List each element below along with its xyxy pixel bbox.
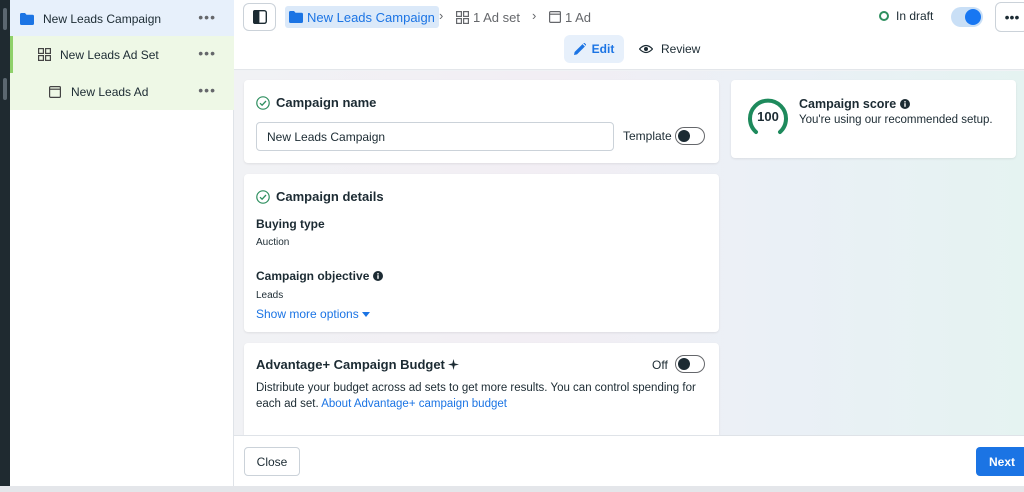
campaign-details-card: Campaign details Buying type Auction Cam… (244, 174, 719, 332)
campaign-name-input[interactable] (256, 122, 614, 151)
edge-handle (3, 78, 7, 100)
sparkle-icon (447, 359, 459, 370)
more-options-button[interactable]: ••• (198, 83, 216, 97)
edge-handle (3, 8, 7, 30)
sidebar-panel-icon (252, 10, 267, 24)
more-options-button[interactable]: ••• (198, 10, 216, 24)
breadcrumb-adset[interactable]: 1 Ad set (456, 6, 520, 28)
ad-icon (549, 11, 561, 23)
budget-title: Advantage+ Campaign Budget (256, 357, 445, 372)
objective-label-text: Campaign objective (256, 269, 370, 283)
eye-icon (639, 44, 653, 54)
more-icon: ••• (1004, 9, 1020, 25)
campaign-details-title: Campaign details (276, 189, 384, 204)
buying-type-label: Buying type (256, 217, 325, 231)
score-value: 100 (757, 108, 779, 124)
campaign-objective-label: Campaign objective (256, 269, 384, 283)
pencil-icon (573, 43, 586, 55)
breadcrumb-label: 1 Ad set (473, 9, 520, 25)
main-content: Campaign name Template Campaign details … (234, 71, 1024, 435)
toggle-knob (965, 9, 981, 25)
footer-bar: Close Next (234, 435, 1024, 486)
section-title: Campaign name (256, 95, 376, 110)
breadcrumb-campaign[interactable]: New Leads Campaign (285, 6, 439, 28)
toggle-knob (678, 130, 690, 142)
show-more-options-link[interactable]: Show more options (256, 307, 370, 321)
next-button[interactable]: Next (976, 447, 1024, 476)
status-circle-icon (879, 11, 889, 21)
tree-item-label: New Leads Campaign (43, 11, 162, 26)
chevron-right-icon: › (532, 8, 537, 23)
breadcrumb-label: 1 Ad (565, 9, 592, 25)
toggle-knob (678, 358, 690, 370)
bottom-edge-strip (0, 486, 1024, 492)
buying-type-value: Auction (256, 237, 290, 248)
check-circle-icon (256, 95, 270, 110)
draft-status: In draft (879, 9, 933, 23)
more-actions-button[interactable]: ••• (995, 2, 1024, 32)
section-title: Advantage+ Campaign Budget (256, 357, 459, 372)
tree-item-ad[interactable]: New Leads Ad ••• (10, 73, 234, 110)
info-icon[interactable] (373, 271, 384, 281)
template-label: Template (623, 129, 672, 143)
section-title: Campaign details (256, 189, 384, 204)
check-circle-icon (256, 189, 270, 204)
tree-item-label: New Leads Ad (71, 84, 149, 99)
tree-item-adset[interactable]: New Leads Ad Set ••• (10, 36, 234, 73)
score-subtitle: You're using our recommended setup. (799, 114, 993, 126)
about-budget-link[interactable]: About Advantage+ campaign budget (321, 398, 507, 410)
campaign-score-card: 100 Campaign score You're using our reco… (731, 80, 1016, 158)
toggle-panel-button[interactable] (243, 3, 276, 31)
close-button[interactable]: Close (244, 447, 300, 476)
breadcrumb-ad[interactable]: 1 Ad (549, 6, 591, 28)
top-bar: New Leads Campaign › 1 Ad set › 1 Ad In … (234, 0, 1024, 70)
caret-down-icon (361, 311, 370, 317)
folder-icon (289, 11, 303, 23)
grid-icon (37, 48, 51, 62)
publish-toggle[interactable] (951, 7, 983, 27)
ad-icon (48, 85, 62, 99)
info-icon[interactable] (900, 99, 911, 109)
score-title-text: Campaign score (799, 97, 897, 111)
edit-label: Edit (591, 42, 615, 56)
advantage-budget-card: Advantage+ Campaign Budget Off Distribut… (244, 343, 719, 435)
budget-toggle[interactable] (675, 355, 705, 373)
budget-description: Distribute your budget across ad sets to… (256, 380, 706, 412)
edit-mode-button[interactable]: Edit (564, 35, 624, 63)
campaign-objective-value: Leads (256, 290, 284, 301)
campaign-tree: New Leads Campaign ••• New Leads Ad Set … (10, 0, 234, 486)
template-toggle[interactable] (675, 127, 705, 145)
left-edge-strip (0, 0, 10, 492)
campaign-name-title: Campaign name (276, 95, 377, 110)
review-label: Review (661, 42, 701, 56)
score-title: Campaign score (799, 97, 911, 111)
tree-item-label: New Leads Ad Set (60, 47, 159, 62)
tree-item-campaign[interactable]: New Leads Campaign ••• (10, 0, 234, 37)
status-label: In draft (896, 9, 934, 23)
chevron-right-icon: › (439, 8, 444, 23)
breadcrumb-label: New Leads Campaign (307, 9, 435, 25)
folder-icon (20, 12, 34, 26)
budget-toggle-label: Off (652, 358, 668, 372)
campaign-name-card: Campaign name Template (244, 80, 719, 163)
grid-icon (456, 10, 469, 24)
more-options-button[interactable]: ••• (198, 46, 216, 60)
review-mode-button[interactable]: Review (639, 35, 700, 63)
show-more-label: Show more options (256, 307, 359, 321)
